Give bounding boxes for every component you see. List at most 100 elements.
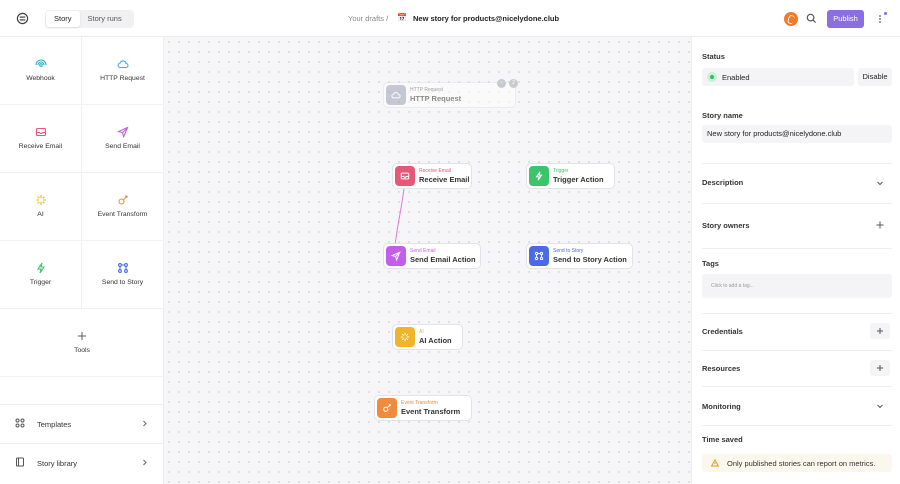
send-icon (117, 126, 129, 138)
app-menu-icon[interactable] (16, 12, 29, 25)
story-title[interactable]: New story for products@nicelydone.club (413, 14, 559, 23)
sparkle-icon (36, 195, 46, 205)
story-library-link[interactable]: Story library (0, 443, 164, 482)
divider (702, 350, 892, 351)
resources-label: Resources (702, 364, 741, 373)
node-ai[interactable]: AI AI Action (392, 324, 463, 350)
tags-input[interactable]: Click to add a tag... (702, 274, 892, 298)
status-field: Enabled (702, 68, 854, 86)
action-webhook[interactable]: Webhook (0, 37, 82, 105)
divider (702, 425, 892, 426)
action-send-email[interactable]: Send Email (82, 105, 164, 173)
add-credential-button[interactable] (870, 323, 890, 339)
node-name: HTTP Request (410, 94, 462, 103)
cloud-icon (117, 60, 129, 69)
node-type: HTTP Request (410, 87, 443, 93)
action-tools[interactable]: Tools (0, 309, 164, 377)
node-name: Event Transform (401, 407, 461, 416)
webhook-icon (35, 59, 47, 67)
node-type: Trigger (553, 168, 569, 174)
chevron-right-icon (143, 420, 147, 427)
node-receive-email[interactable]: Receive Email Receive Email (392, 163, 472, 189)
node-name: Receive Email (419, 175, 470, 184)
divider (702, 248, 892, 249)
action-send-to-story[interactable]: Send to Story (82, 241, 164, 309)
publish-button[interactable]: Publish (827, 10, 864, 28)
action-label: Send to Story (101, 279, 144, 286)
node-name: Trigger Action (553, 175, 604, 184)
action-label: Event Transform (97, 211, 148, 218)
plus-icon (877, 365, 883, 371)
story-library-label: Story library (37, 459, 78, 468)
action-label: AI (37, 211, 44, 218)
node-icon (386, 246, 406, 266)
node-http-request[interactable]: HTTP Request HTTP Request (383, 82, 516, 108)
node-icon (377, 398, 397, 418)
templates-label: Templates (37, 420, 72, 429)
tags-label: Tags (702, 259, 719, 268)
notification-dot (884, 12, 887, 15)
chevron-right-icon (143, 459, 147, 466)
cloud-icon (391, 91, 401, 99)
node-send-email[interactable]: Send Email Send Email Action (383, 243, 481, 269)
node-event-transform[interactable]: Event Transform Event Transform (374, 395, 472, 421)
node-badge-count[interactable]: 2 (509, 79, 518, 88)
action-label: Send Email (105, 143, 140, 150)
add-resource-button[interactable] (870, 360, 890, 376)
status-indicator-icon (707, 72, 717, 82)
node-icon (529, 166, 549, 186)
action-label: HTTP Request (100, 75, 145, 82)
avatar[interactable] (784, 12, 798, 26)
node-send-to-story[interactable]: Send to Story Send to Story Action (526, 243, 633, 269)
node-icon (395, 166, 415, 186)
story-name-input[interactable]: New story for products@nicelydone.club (702, 125, 892, 143)
send-icon (391, 251, 401, 261)
description-label[interactable]: Description (702, 178, 743, 187)
tab-story[interactable]: Story (46, 11, 80, 27)
search-icon[interactable] (806, 13, 817, 24)
node-type: Receive Email (419, 168, 451, 174)
node-type: AI (419, 329, 424, 335)
tab-story-runs[interactable]: Story runs (80, 11, 130, 27)
inbox-icon (400, 172, 410, 180)
node-icon (395, 327, 415, 347)
story-settings-panel: Status Enabled Disable Story name New st… (691, 37, 900, 484)
action-label: Webhook (26, 75, 55, 82)
chevron-down-icon[interactable] (876, 179, 884, 187)
story-icon (118, 263, 128, 273)
calendar-icon: 📅 (397, 13, 407, 22)
divider (702, 386, 892, 387)
notice-text: Only published stories can report on met… (727, 459, 876, 468)
inbox-icon (35, 127, 47, 137)
story-icon (534, 251, 544, 261)
templates-icon (15, 418, 25, 428)
connector-line (394, 188, 405, 248)
view-tabs: Story Story runs (45, 10, 134, 28)
node-badge-up[interactable]: ↑ (497, 79, 506, 88)
disable-button[interactable]: Disable (858, 68, 892, 86)
metrics-notice: Only published stories can report on met… (702, 454, 892, 472)
templates-link[interactable]: Templates (0, 404, 164, 443)
node-name: Send Email Action (410, 255, 476, 264)
action-receive-email[interactable]: Receive Email (0, 105, 82, 173)
node-trigger[interactable]: Trigger Trigger Action (526, 163, 615, 189)
story-canvas[interactable]: HTTP Request HTTP Request ↑ 2 Receive Em… (164, 37, 691, 484)
top-bar: Story Story runs Your drafts / 📅 New sto… (0, 0, 900, 37)
status-label: Status (702, 52, 725, 61)
status-value: Enabled (722, 73, 750, 82)
breadcrumb-drafts[interactable]: Your drafts / (348, 14, 388, 23)
plus-icon (877, 328, 883, 334)
add-owner-icon[interactable] (876, 221, 884, 229)
action-ai[interactable]: AI (0, 173, 82, 241)
transform-icon (118, 195, 128, 205)
more-options-icon[interactable] (875, 13, 885, 25)
action-http-request[interactable]: HTTP Request (82, 37, 164, 105)
monitoring-label[interactable]: Monitoring (702, 402, 741, 411)
action-event-transform[interactable]: Event Transform (82, 173, 164, 241)
action-trigger[interactable]: Trigger (0, 241, 82, 309)
credentials-label: Credentials (702, 327, 743, 336)
plus-icon (78, 332, 86, 340)
node-icon (529, 246, 549, 266)
story-owners-label: Story owners (702, 221, 750, 230)
chevron-down-icon[interactable] (876, 402, 884, 410)
